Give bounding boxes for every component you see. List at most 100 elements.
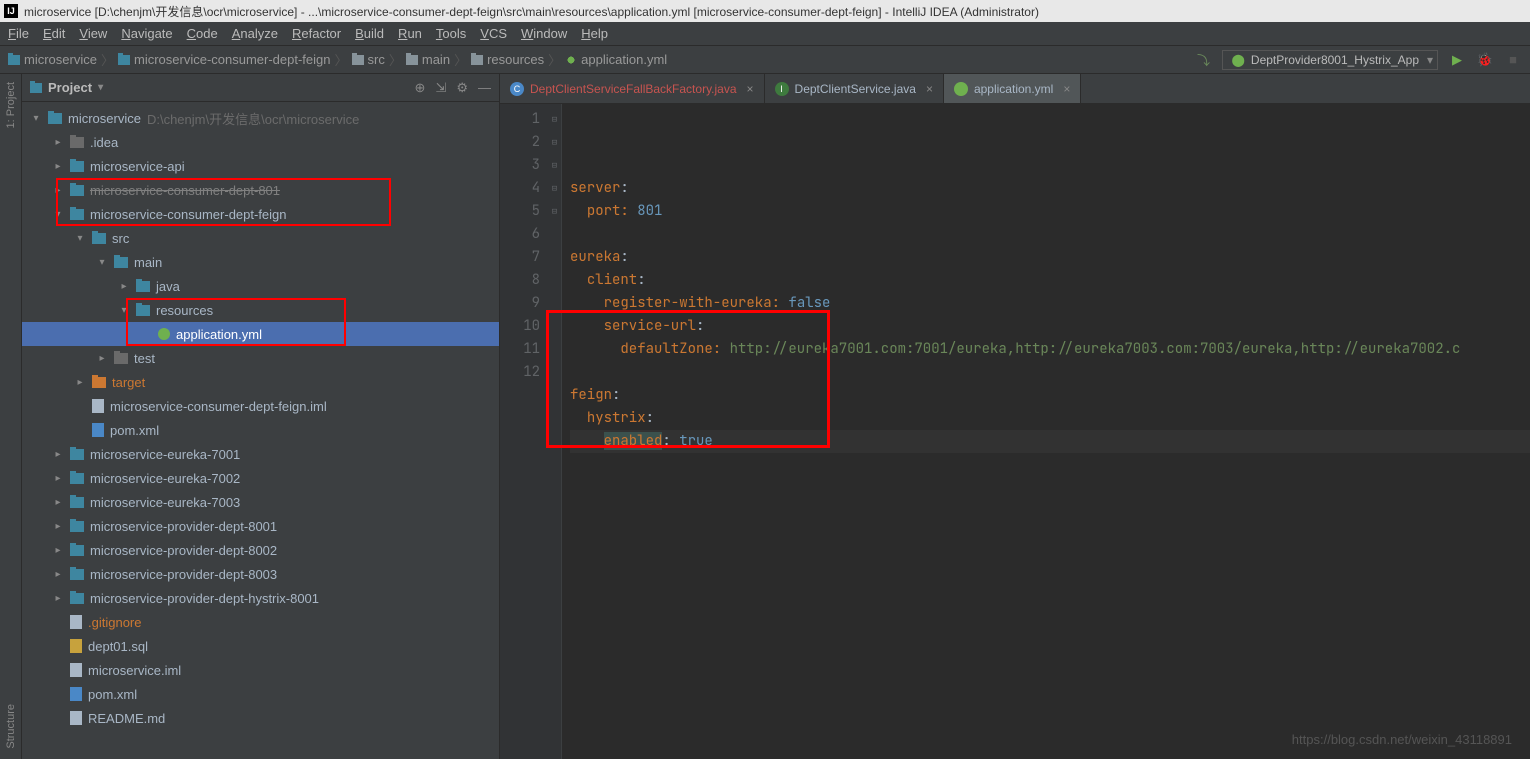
menu-build[interactable]: Build: [355, 26, 384, 41]
run-icon[interactable]: ▶: [1448, 51, 1466, 69]
tab-close-icon[interactable]: ×: [747, 82, 754, 96]
tree-row[interactable]: java: [22, 274, 499, 298]
run-configuration-selector[interactable]: ⬤ DeptProvider8001_Hystrix_App: [1222, 50, 1438, 70]
code-line[interactable]: eureka:: [570, 246, 1530, 269]
tree-row[interactable]: microservice-api: [22, 154, 499, 178]
tree-row[interactable]: microservice-provider-dept-8002: [22, 538, 499, 562]
tree-row[interactable]: test: [22, 346, 499, 370]
tree-arrow-icon[interactable]: [52, 593, 64, 604]
breadcrumb-item[interactable]: microservice-consumer-dept-feign: [118, 52, 331, 67]
tree-row[interactable]: dept01.sql: [22, 634, 499, 658]
file-icon: [70, 663, 82, 677]
tab-close-icon[interactable]: ×: [926, 82, 933, 96]
locate-icon[interactable]: ⊕: [415, 80, 426, 96]
tab-close-icon[interactable]: ×: [1063, 82, 1070, 96]
tree-arrow-icon[interactable]: [52, 209, 64, 220]
tree-arrow-icon[interactable]: [52, 545, 64, 556]
tree-row[interactable]: pom.xml: [22, 682, 499, 706]
tree-row[interactable]: microservice-provider-dept-8001: [22, 514, 499, 538]
breadcrumb-item[interactable]: microservice: [8, 52, 97, 67]
tree-arrow-icon[interactable]: [30, 113, 42, 124]
tree-row[interactable]: microservice-consumer-dept-feign: [22, 202, 499, 226]
tree-arrow-icon[interactable]: [52, 185, 64, 196]
tree-row[interactable]: resources: [22, 298, 499, 322]
tree-arrow-icon[interactable]: [74, 233, 86, 244]
menu-window[interactable]: Window: [521, 26, 567, 41]
code-content[interactable]: server: port: 801 eureka: client: regist…: [562, 104, 1530, 759]
code-line[interactable]: feign:: [570, 384, 1530, 407]
menu-run[interactable]: Run: [398, 26, 422, 41]
tree-row[interactable]: target: [22, 370, 499, 394]
tree-arrow-icon[interactable]: [118, 281, 130, 292]
breadcrumb-item[interactable]: application.yml: [565, 52, 667, 67]
tree-row[interactable]: microservice-provider-dept-8003: [22, 562, 499, 586]
tree-row[interactable]: microservice-consumer-dept-801: [22, 178, 499, 202]
menu-file[interactable]: File: [8, 26, 29, 41]
code-line[interactable]: client:: [570, 269, 1530, 292]
tree-arrow-icon[interactable]: [74, 377, 86, 388]
folder-blue-icon: [70, 545, 84, 556]
tree-arrow-icon[interactable]: [52, 473, 64, 484]
project-tree[interactable]: microservice D:\chenjm\开发信息\ocr\microser…: [22, 102, 499, 759]
code-line[interactable]: [570, 223, 1530, 246]
tree-row[interactable]: src: [22, 226, 499, 250]
tree-row[interactable]: microservice-eureka-7001: [22, 442, 499, 466]
code-line[interactable]: hystrix:: [570, 407, 1530, 430]
sidebar-tab-project[interactable]: 1: Project: [5, 82, 17, 128]
tree-row[interactable]: microservice.iml: [22, 658, 499, 682]
tree-arrow-icon[interactable]: [96, 257, 108, 268]
tree-row[interactable]: README.md: [22, 706, 499, 730]
panel-dropdown-icon[interactable]: ▾: [98, 82, 103, 93]
stop-icon[interactable]: ■: [1504, 51, 1522, 69]
editor-tab[interactable]: application.yml×: [944, 74, 1081, 103]
menu-code[interactable]: Code: [187, 26, 218, 41]
menu-edit[interactable]: Edit: [43, 26, 65, 41]
tree-row[interactable]: microservice D:\chenjm\开发信息\ocr\microser…: [22, 106, 499, 130]
tree-row[interactable]: main: [22, 250, 499, 274]
tree-row[interactable]: microservice-consumer-dept-feign.iml: [22, 394, 499, 418]
code-line[interactable]: server:: [570, 177, 1530, 200]
menu-view[interactable]: View: [79, 26, 107, 41]
code-line[interactable]: [570, 361, 1530, 384]
sidebar-tab-structure[interactable]: Structure: [5, 704, 17, 749]
collapse-icon[interactable]: ⇲: [435, 80, 446, 96]
tree-row[interactable]: microservice-provider-dept-hystrix-8001: [22, 586, 499, 610]
settings-icon[interactable]: ⚙: [456, 80, 468, 96]
tree-row[interactable]: pom.xml: [22, 418, 499, 442]
menu-analyze[interactable]: Analyze: [232, 26, 278, 41]
code-line[interactable]: defaultZone: http://eureka7001.com:7001/…: [570, 338, 1530, 361]
debug-icon[interactable]: 🐞: [1476, 51, 1494, 69]
menu-refactor[interactable]: Refactor: [292, 26, 341, 41]
breadcrumb-item[interactable]: src: [352, 52, 385, 67]
menu-navigate[interactable]: Navigate: [121, 26, 172, 41]
tree-arrow-icon[interactable]: [52, 137, 64, 148]
line-number: 3: [500, 154, 540, 177]
menu-tools[interactable]: Tools: [436, 26, 466, 41]
tree-arrow-icon[interactable]: [52, 449, 64, 460]
editor-tab[interactable]: CDeptClientServiceFallBackFactory.java×: [500, 74, 765, 103]
tree-row[interactable]: microservice-eureka-7002: [22, 466, 499, 490]
tree-row[interactable]: application.yml: [22, 322, 499, 346]
tree-row[interactable]: microservice-eureka-7003: [22, 490, 499, 514]
folder-icon: [471, 55, 483, 65]
code-line[interactable]: port: 801: [570, 200, 1530, 223]
breadcrumb-item[interactable]: main: [406, 52, 450, 67]
tree-row[interactable]: .gitignore: [22, 610, 499, 634]
code-line[interactable]: enabled: true: [570, 430, 1530, 453]
breadcrumb-item[interactable]: resources: [471, 52, 544, 67]
editor-tab[interactable]: IDeptClientService.java×: [765, 74, 944, 103]
tree-row[interactable]: .idea: [22, 130, 499, 154]
tree-arrow-icon[interactable]: [52, 521, 64, 532]
code-line[interactable]: service-url:: [570, 315, 1530, 338]
folder-blue-icon: [92, 233, 106, 244]
hide-icon[interactable]: —: [478, 80, 491, 96]
tree-arrow-icon[interactable]: [52, 569, 64, 580]
menu-vcs[interactable]: VCS: [480, 26, 507, 41]
tree-arrow-icon[interactable]: [52, 497, 64, 508]
build-icon[interactable]: ⤵: [1194, 51, 1212, 69]
tree-arrow-icon[interactable]: [96, 353, 108, 364]
tree-arrow-icon[interactable]: [118, 305, 130, 316]
menu-help[interactable]: Help: [581, 26, 608, 41]
code-line[interactable]: register-with-eureka: false: [570, 292, 1530, 315]
tree-arrow-icon[interactable]: [52, 161, 64, 172]
